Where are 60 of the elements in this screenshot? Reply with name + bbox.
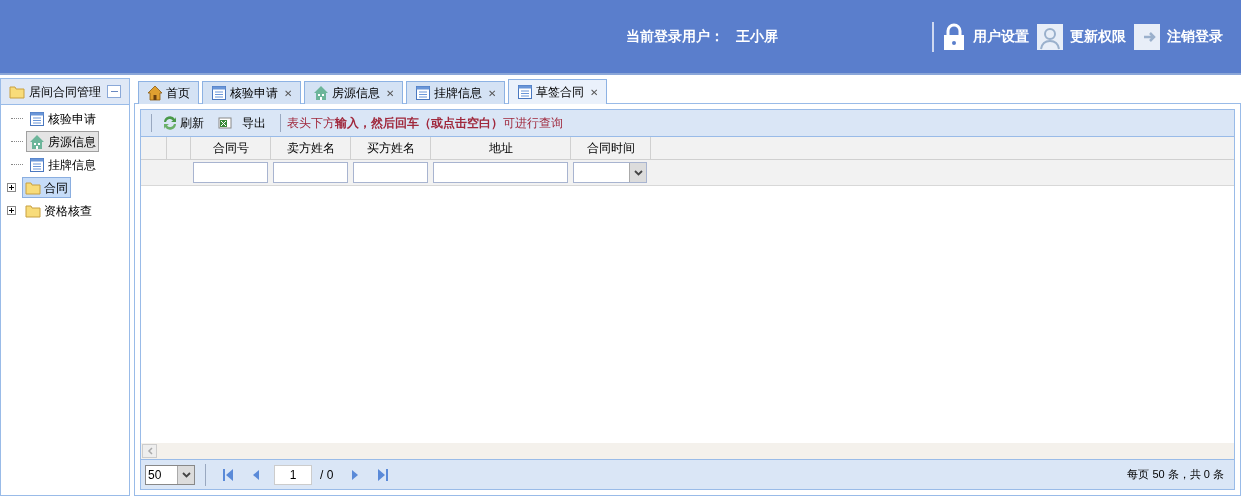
column-header[interactable]: 地址 [431,137,571,159]
expand-icon[interactable] [7,206,16,215]
tab[interactable]: 挂牌信息 ✕ [406,81,505,104]
column-header[interactable]: 卖方姓名 [271,137,351,159]
collapse-icon[interactable] [107,85,121,98]
close-icon[interactable]: ✕ [488,85,496,101]
last-page-icon[interactable] [377,467,390,482]
expand-icon[interactable] [7,183,16,192]
list-icon [29,110,45,127]
scroll-left-icon[interactable] [142,444,157,458]
tree-item[interactable]: 核验申请 [26,108,99,129]
close-icon[interactable]: ✕ [590,84,598,100]
page-info: 每页 50 条，共 0 条 [1127,467,1224,483]
house-icon [313,85,329,101]
first-page-icon[interactable] [222,467,234,482]
column-header[interactable]: 合同号 [191,137,271,159]
folder-icon [9,84,25,99]
header-action-button[interactable]: 更新权限 [1037,23,1126,50]
page-number-input[interactable]: 1 [274,464,312,485]
close-icon[interactable]: ✕ [284,85,292,101]
header-action-button[interactable]: 注销登录 [1134,23,1223,50]
lock-icon [942,22,966,51]
tab[interactable]: 房源信息 ✕ [304,81,403,104]
sidebar-title: 居间合同管理 [29,83,102,101]
query-hint: 表头下方输入，然后回车（或点击空白）可进行查询 [287,115,563,132]
column-header[interactable]: 买方姓名 [351,137,431,159]
page-size-select[interactable]: 50 [145,464,195,485]
user-name: 王小屏 [736,27,778,46]
filter-input[interactable] [193,162,268,183]
filter-input[interactable] [353,162,428,183]
house-icon [147,85,163,101]
logout-icon [1134,23,1160,50]
tree-item[interactable]: 合同 [22,177,71,198]
filter-input[interactable] [273,162,348,183]
filter-select[interactable] [573,162,647,183]
toolbar-button[interactable]: 刷新 [162,114,204,132]
folder-icon [25,180,41,195]
header-action-button[interactable]: 用户设置 [942,22,1029,51]
folder-icon [25,203,41,218]
column-header[interactable]: 合同时间 [571,137,651,159]
total-pages: / 0 [320,466,334,484]
filter-input[interactable] [433,162,568,183]
tree-item[interactable]: 房源信息 [26,131,99,152]
person-icon [1037,23,1063,50]
current-user-label: 当前登录用户： [626,27,724,46]
spreadsheet-icon [218,116,232,130]
list-icon [211,85,227,101]
close-icon[interactable]: ✕ [386,85,394,101]
tab[interactable]: 首页 [138,81,199,104]
list-icon [415,85,431,101]
tab[interactable]: 草签合同 ✕ [508,79,607,104]
tree-item[interactable]: 资格核查 [22,200,95,221]
tree-item[interactable]: 挂牌信息 [26,154,99,175]
list-icon [29,156,45,173]
toolbar-button[interactable]: 导出 [218,114,266,132]
horizontal-scrollbar[interactable] [141,443,1234,459]
list-icon [517,84,533,100]
tab[interactable]: 核验申请 ✕ [202,81,301,104]
house-icon [29,133,45,150]
refresh-icon [162,115,178,131]
